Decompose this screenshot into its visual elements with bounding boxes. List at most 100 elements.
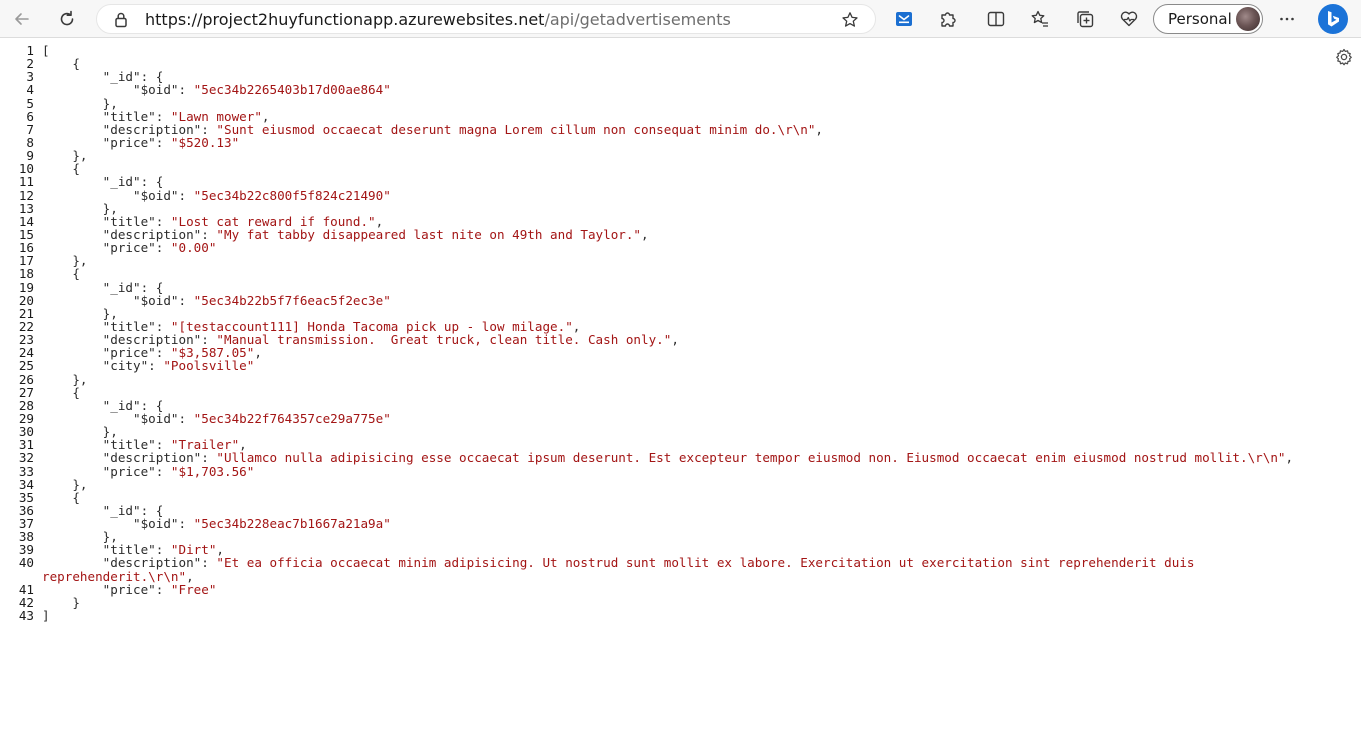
json-key: "$oid" xyxy=(133,292,179,308)
avatar xyxy=(1236,7,1260,31)
json-line: }, xyxy=(42,254,1342,267)
json-line: "$oid": "5ec34b22f764357ce29a775e" xyxy=(42,412,1342,425)
json-colon: : xyxy=(155,463,171,479)
json-line: reprehenderit.\r\n", xyxy=(42,570,1342,583)
json-string-value: "$520.13" xyxy=(170,134,240,150)
extensions-button[interactable] xyxy=(934,5,962,33)
lock-icon[interactable] xyxy=(113,11,129,29)
favorites-button[interactable] xyxy=(1026,5,1054,33)
json-colon: : xyxy=(155,134,171,150)
json-string-value: "5ec34b228eac7b1667a21a9a" xyxy=(193,516,391,532)
line-number: 26 xyxy=(18,371,34,387)
more-options-button[interactable] xyxy=(1273,5,1301,33)
reading-view-icon xyxy=(896,12,912,26)
json-viewer: 1 2 3 4 5 6 7 8 9 10 11 12 13 14 15 16 17 18 19 20 21 22 23 24 2… xyxy=(0,44,1361,731)
json-string-value: "$1,703.56" xyxy=(170,463,255,479)
collections-icon xyxy=(1077,11,1094,28)
json-line: { xyxy=(42,267,1342,280)
json-string-value: "Manual transmission. Great truck, clean… xyxy=(216,332,672,348)
json-line: }, xyxy=(42,478,1342,491)
json-colon: : xyxy=(178,410,194,426)
line-number: 7 xyxy=(26,121,34,137)
back-button[interactable] xyxy=(8,5,36,33)
address-bar[interactable]: https://project2huyfunctionapp.azurewebs… xyxy=(96,4,876,34)
json-key: "$oid" xyxy=(133,82,179,98)
json-line: "description": "Et ea officia occaecat m… xyxy=(42,556,1342,569)
json-line: "price": "0.00" xyxy=(42,241,1342,254)
favorites-icon xyxy=(1031,10,1048,27)
back-arrow-icon xyxy=(15,13,29,25)
json-colon: : xyxy=(155,581,171,597)
more-options-icon xyxy=(1280,17,1294,21)
json-line: }, xyxy=(42,149,1342,162)
line-number: 13 xyxy=(18,200,34,216)
json-punctuation: ] xyxy=(42,608,50,624)
json-line: { xyxy=(42,386,1342,399)
json-string-value: "Poolsville" xyxy=(163,358,255,374)
json-line: }, xyxy=(42,530,1342,543)
url-host: https://project2huyfunctionapp.azurewebs… xyxy=(145,10,545,29)
collections-button[interactable] xyxy=(1071,5,1099,33)
browser-essentials-icon xyxy=(1120,11,1138,27)
line-number: 28 xyxy=(18,397,34,413)
split-screen-button[interactable] xyxy=(982,5,1010,33)
line-number: 35 xyxy=(18,489,34,505)
profile-label: Personal xyxy=(1168,10,1232,28)
json-colon: : xyxy=(178,292,194,308)
line-number: 32 xyxy=(18,450,34,466)
json-line: { xyxy=(42,162,1342,175)
line-number: 18 xyxy=(18,266,34,282)
line-number: 14 xyxy=(18,213,34,229)
bing-copilot-button[interactable] xyxy=(1318,4,1348,34)
reading-view-button[interactable] xyxy=(890,5,918,33)
json-colon: : xyxy=(155,240,171,256)
refresh-button[interactable] xyxy=(53,5,81,33)
url-path: /api/getadvertisements xyxy=(544,10,731,29)
line-number: 43 xyxy=(18,608,34,624)
json-line: "price": "$520.13" xyxy=(42,136,1342,149)
line-number: 12 xyxy=(18,187,34,203)
line-number: 4 xyxy=(26,82,34,98)
json-line: "$oid": "5ec34b22b5f7f6eac5f2ec3e" xyxy=(42,294,1342,307)
line-number: 25 xyxy=(18,358,34,374)
extensions-icon xyxy=(941,12,956,27)
json-key: "$oid" xyxy=(133,187,179,203)
line-number xyxy=(0,570,34,583)
json-line: [ xyxy=(42,44,1342,57)
line-number: 33 xyxy=(18,463,34,479)
favorite-star-icon[interactable] xyxy=(841,11,859,29)
json-line: "$oid": "5ec34b22c800f5f824c21490" xyxy=(42,187,1342,203)
json-line: "price": "$1,703.56" xyxy=(42,463,1342,479)
line-number: 34 xyxy=(18,476,34,492)
json-colon: : xyxy=(178,187,194,203)
line-number: 21 xyxy=(18,305,34,321)
json-line: "$oid": "5ec34b2265403b17d00ae864" xyxy=(42,83,1342,96)
refresh-icon xyxy=(60,10,74,26)
json-line: "$oid": "5ec34b228eac7b1667a21a9a" xyxy=(42,517,1342,530)
json-string-value: "Et ea officia occaecat minim adipisicin… xyxy=(216,555,1195,571)
profile-button[interactable]: Personal xyxy=(1153,4,1263,34)
url-text[interactable]: https://project2huyfunctionapp.azurewebs… xyxy=(145,10,731,30)
json-punctuation: , xyxy=(641,226,649,242)
line-number: 27 xyxy=(18,384,34,400)
json-colon: : xyxy=(148,358,164,374)
json-key: "$oid" xyxy=(133,410,179,426)
json-settings-icon[interactable] xyxy=(1335,48,1353,66)
json-line: } xyxy=(42,596,1342,609)
json-key: "price" xyxy=(102,581,156,597)
json-line: { xyxy=(42,491,1342,504)
browser-toolbar: https://project2huyfunctionapp.azurewebs… xyxy=(0,0,1361,38)
line-number: 40 xyxy=(18,555,34,571)
json-line: ] xyxy=(42,609,1342,622)
json-string-value: "My fat tabby disappeared last nite on 4… xyxy=(216,226,642,242)
json-content: [ { "_id": { "$oid": "5ec34b2265403b17d0… xyxy=(42,44,1342,622)
json-string-value: "5ec34b22c800f5f824c21490" xyxy=(193,187,391,203)
line-number: 20 xyxy=(18,292,34,308)
json-punctuation: , xyxy=(254,345,262,361)
json-line: }, xyxy=(42,372,1342,386)
browser-essentials-button[interactable] xyxy=(1115,5,1143,33)
json-line: "description": "My fat tabby disappeared… xyxy=(42,228,1342,241)
json-line: { xyxy=(42,57,1342,70)
json-punctuation: } xyxy=(72,594,80,610)
json-key: "city" xyxy=(102,358,149,374)
